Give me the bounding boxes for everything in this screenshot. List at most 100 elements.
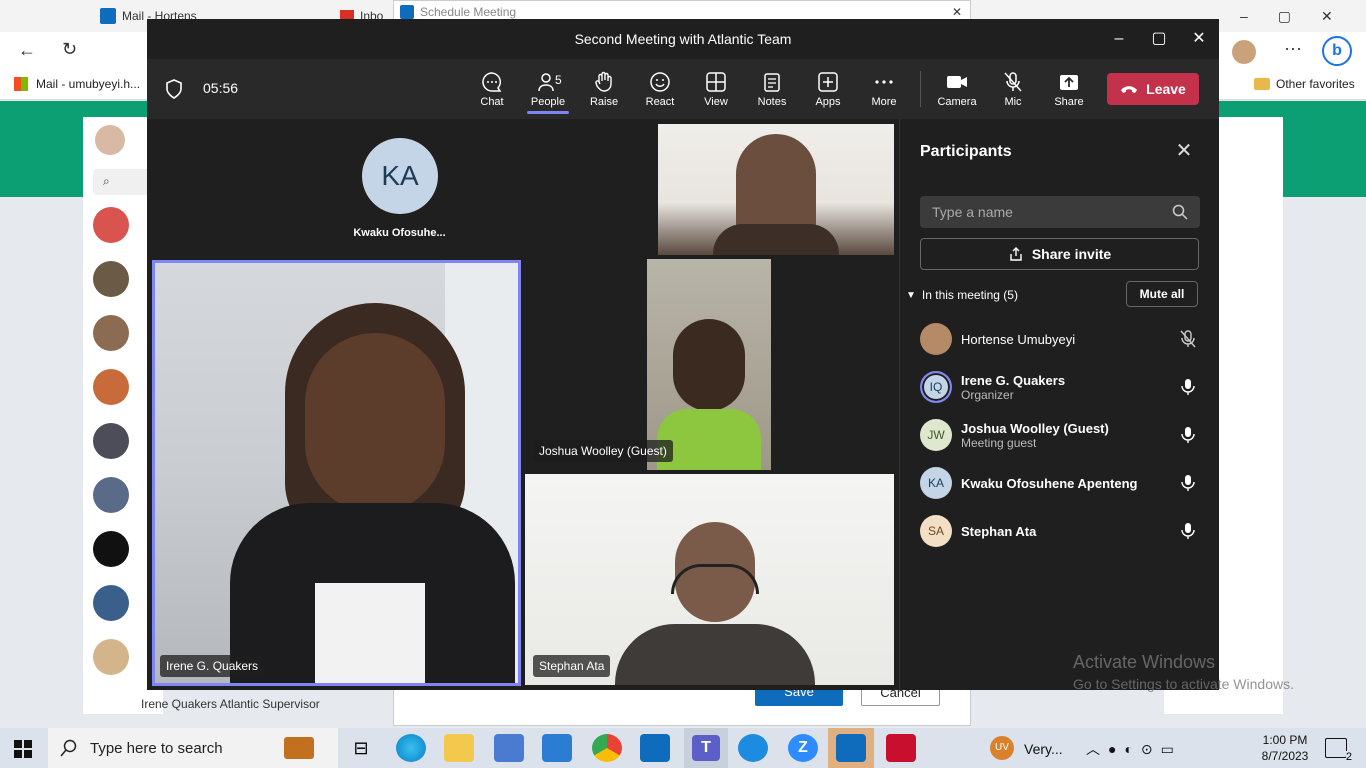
windows-start-icon[interactable] bbox=[14, 740, 32, 758]
avatar[interactable] bbox=[93, 315, 129, 351]
system-tray-icons[interactable]: ︿●◐⊙▭ bbox=[1086, 739, 1182, 759]
video-feed bbox=[315, 583, 425, 683]
in-meeting-section-toggle[interactable]: ▼ In this meeting (5) bbox=[906, 288, 1018, 302]
mcafee-icon[interactable] bbox=[886, 734, 916, 762]
notes-label: Notes bbox=[757, 96, 787, 108]
avatar bbox=[920, 323, 952, 355]
shield-icon[interactable] bbox=[165, 79, 183, 99]
store-icon[interactable] bbox=[494, 734, 524, 762]
in-meeting-label: In this meeting (5) bbox=[921, 288, 1018, 302]
share-button[interactable]: Share bbox=[1045, 67, 1093, 115]
notes-icon bbox=[764, 73, 780, 92]
share-icon bbox=[1010, 247, 1022, 261]
calendar-icon bbox=[400, 5, 414, 19]
view-button[interactable]: View bbox=[692, 67, 740, 115]
leave-button[interactable]: Leave bbox=[1107, 73, 1199, 105]
outlook-taskbar-button[interactable] bbox=[828, 728, 874, 768]
outlook-icon[interactable] bbox=[640, 734, 670, 762]
avatar[interactable] bbox=[93, 207, 129, 243]
participant-tile-hortense[interactable] bbox=[658, 124, 894, 255]
ellipsis-icon bbox=[875, 80, 893, 84]
close-icon[interactable]: ✕ bbox=[952, 5, 962, 19]
profile-avatar[interactable] bbox=[1232, 40, 1256, 64]
participant-tile-joshua[interactable]: Joshua Woolley (Guest) bbox=[525, 259, 894, 470]
avatar[interactable] bbox=[93, 585, 129, 621]
avatar: IQ bbox=[920, 371, 952, 403]
participants-panel: Participants ✕ Type a name Share invite … bbox=[899, 119, 1219, 690]
participant-row[interactable]: KA Kwaku Ofosuhene Apenteng bbox=[920, 463, 1200, 503]
meeting-title: Second Meeting with Atlantic Team bbox=[574, 31, 792, 47]
skype-icon[interactable] bbox=[738, 734, 768, 762]
avatar[interactable] bbox=[93, 639, 129, 675]
taskbar-clock[interactable]: 1:00 PM 8/7/2023 bbox=[1260, 733, 1310, 763]
notes-button[interactable]: Notes bbox=[748, 67, 796, 115]
browser-window-controls[interactable]: –▢✕ bbox=[1240, 8, 1363, 25]
back-icon[interactable]: ← bbox=[18, 40, 36, 61]
contact-name[interactable]: Irene Quakers Atlantic Supervisor bbox=[141, 697, 341, 711]
share-invite-button[interactable]: Share invite bbox=[920, 238, 1199, 270]
participant-tile-irene[interactable]: Irene G. Quakers bbox=[152, 260, 521, 686]
avatar[interactable] bbox=[93, 423, 129, 459]
participant-row[interactable]: IQ Irene G. Quakers Organizer bbox=[920, 367, 1200, 407]
zoom-icon[interactable]: Z bbox=[788, 734, 818, 762]
mail-icon[interactable] bbox=[542, 734, 572, 762]
participant-row[interactable]: Hortense Umubyeyi bbox=[920, 319, 1200, 359]
fav-other[interactable]: Other favorites bbox=[1254, 77, 1355, 91]
camera-button[interactable]: Camera bbox=[933, 67, 981, 115]
react-label: React bbox=[645, 96, 675, 108]
plus-icon bbox=[818, 72, 838, 92]
close-icon[interactable]: ✕ bbox=[1172, 139, 1196, 163]
windows-taskbar: Type here to search ⊟ T Z UV Very... ︿●◐… bbox=[0, 728, 1366, 768]
view-label: View bbox=[704, 96, 728, 108]
people-button[interactable]: 5 People bbox=[524, 67, 572, 115]
fav-mail[interactable]: Mail - umubyeyi.h... bbox=[14, 77, 140, 91]
clock-time: 1:00 PM bbox=[1262, 733, 1308, 747]
avatar[interactable] bbox=[93, 531, 129, 567]
search-icon bbox=[1172, 204, 1188, 220]
people-label: People bbox=[530, 96, 566, 108]
avatar[interactable] bbox=[93, 261, 129, 297]
participant-row[interactable]: JW Joshua Woolley (Guest) Meeting guest bbox=[920, 415, 1200, 455]
refresh-icon[interactable]: ↻ bbox=[62, 39, 77, 60]
briefcase-icon bbox=[284, 737, 314, 759]
participant-name: Stephan Ata bbox=[533, 655, 611, 677]
teams-taskbar-button[interactable]: T bbox=[684, 728, 728, 768]
video-stage: KA Kwaku Ofosuhe... Irene G. Quakers Jos… bbox=[147, 119, 899, 690]
bing-icon[interactable]: b bbox=[1322, 36, 1352, 66]
notification-icon[interactable]: 2 bbox=[1325, 738, 1352, 763]
participant-tile-kwaku[interactable]: KA Kwaku Ofosuhe... bbox=[147, 123, 652, 255]
avatar[interactable] bbox=[93, 369, 129, 405]
outlook-icon bbox=[836, 734, 866, 762]
outlook-icon bbox=[100, 8, 116, 24]
share-invite-label: Share invite bbox=[1031, 246, 1112, 262]
toolbar-divider bbox=[920, 71, 921, 107]
participant-search-input[interactable]: Type a name bbox=[920, 196, 1200, 228]
chrome-icon[interactable] bbox=[592, 734, 622, 762]
edge-icon[interactable] bbox=[396, 734, 426, 762]
video-feed bbox=[615, 624, 815, 685]
mic-button[interactable]: Mic bbox=[989, 67, 1037, 115]
close-button[interactable]: ✕ bbox=[1187, 27, 1211, 51]
more-button[interactable]: More bbox=[860, 67, 908, 115]
taskbar-search-input[interactable]: Type here to search bbox=[48, 728, 338, 768]
minimize-button[interactable]: – bbox=[1107, 27, 1131, 51]
maximize-button[interactable]: ▢ bbox=[1147, 27, 1171, 51]
more-icon[interactable]: ··· bbox=[1284, 38, 1302, 59]
chat-button[interactable]: Chat bbox=[468, 67, 516, 115]
mute-all-button[interactable]: Mute all bbox=[1126, 281, 1198, 307]
avatar[interactable] bbox=[93, 477, 129, 513]
file-explorer-icon[interactable] bbox=[444, 734, 474, 762]
participant-row[interactable]: SA Stephan Ata bbox=[920, 511, 1200, 551]
react-button[interactable]: React bbox=[636, 67, 684, 115]
weather-badge[interactable]: UV bbox=[990, 736, 1014, 760]
participant-tile-stephan[interactable]: Stephan Ata bbox=[525, 474, 894, 685]
participant-role: Organizer bbox=[961, 387, 1014, 402]
participant-name: Hortense Umubyeyi bbox=[961, 331, 1076, 347]
raise-hand-button[interactable]: Raise bbox=[580, 67, 628, 115]
avatar[interactable] bbox=[95, 125, 125, 155]
task-view-icon[interactable]: ⊟ bbox=[346, 734, 376, 762]
apps-button[interactable]: Apps bbox=[804, 67, 852, 115]
participant-name: Joshua Woolley (Guest) bbox=[533, 440, 673, 462]
weather-text[interactable]: Very... bbox=[1024, 741, 1063, 757]
mic-icon bbox=[1181, 379, 1195, 395]
